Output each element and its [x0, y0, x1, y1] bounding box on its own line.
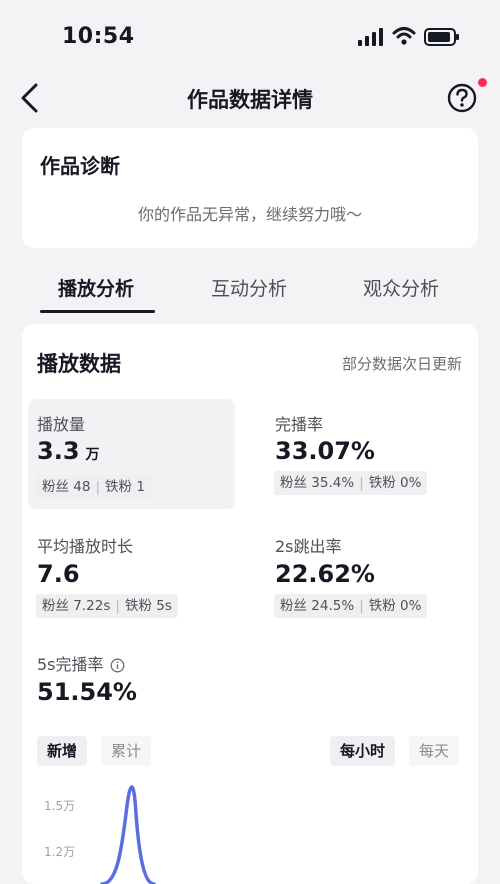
diagnosis-title: 作品诊断: [40, 154, 120, 178]
tab-play-analysis[interactable]: 播放分析: [58, 274, 134, 301]
series-line: [100, 785, 156, 884]
chip-new[interactable]: 新增: [37, 736, 88, 766]
metric-plays-unit: 万: [85, 447, 100, 463]
active-tab-indicator: [40, 310, 155, 313]
play-data-title: 播放数据: [37, 352, 121, 376]
metric-avg-duration-label: 平均播放时长: [37, 537, 134, 556]
metric-avg-duration-value: 7.6: [37, 560, 80, 588]
battery-icon: [424, 28, 459, 46]
metric-completion-breakdown: 粉丝 35.4% | 铁粉 0%: [274, 471, 428, 495]
diagnosis-message: 你的作品无异常，继续努力哦～: [137, 205, 362, 224]
info-icon[interactable]: [110, 658, 125, 673]
metric-bounce-value: 22.62%: [275, 560, 375, 588]
chip-cumulative[interactable]: 累计: [101, 736, 152, 766]
metric-avg-duration-breakdown: 粉丝 7.22s | 铁粉 5s: [36, 594, 178, 618]
chip-hourly[interactable]: 每小时: [330, 736, 396, 766]
metric-plays-value: 3.3 万: [37, 437, 100, 465]
notification-dot: [478, 78, 487, 87]
page-title: 作品数据详情: [187, 88, 313, 112]
play-trend-chart: [100, 785, 156, 884]
metric-plays-label: 播放量: [37, 415, 86, 434]
play-data-card: 播放数据 部分数据次日更新 播放量 3.3 万 粉丝 48 | 铁粉 1 完播率 33…: [22, 324, 478, 884]
chip-daily[interactable]: 每天: [409, 736, 460, 766]
metric-bounce-label: 2s跳出率: [275, 537, 342, 556]
status-time: 10:54: [62, 24, 135, 49]
metric-bounce-breakdown: 粉丝 24.5% | 铁粉 0%: [274, 594, 428, 618]
help-icon[interactable]: [447, 83, 477, 113]
tab-interaction-analysis[interactable]: 互动分析: [211, 274, 287, 301]
metric-completion-5s-label: 5s完播率: [37, 651, 125, 675]
diagnosis-card: 作品诊断 你的作品无异常，继续努力哦～: [22, 128, 478, 248]
metric-completion-value: 33.07%: [275, 437, 375, 465]
update-note: 部分数据次日更新: [341, 355, 462, 373]
signal-icon: [358, 28, 383, 46]
metric-completion-5s-value: 51.54%: [37, 678, 137, 706]
metric-plays-breakdown: 粉丝 48 | 铁粉 1: [36, 475, 151, 499]
tab-audience-analysis[interactable]: 观众分析: [363, 274, 439, 301]
metric-completion-label: 完播率: [275, 415, 324, 434]
wifi-icon: [392, 27, 416, 45]
